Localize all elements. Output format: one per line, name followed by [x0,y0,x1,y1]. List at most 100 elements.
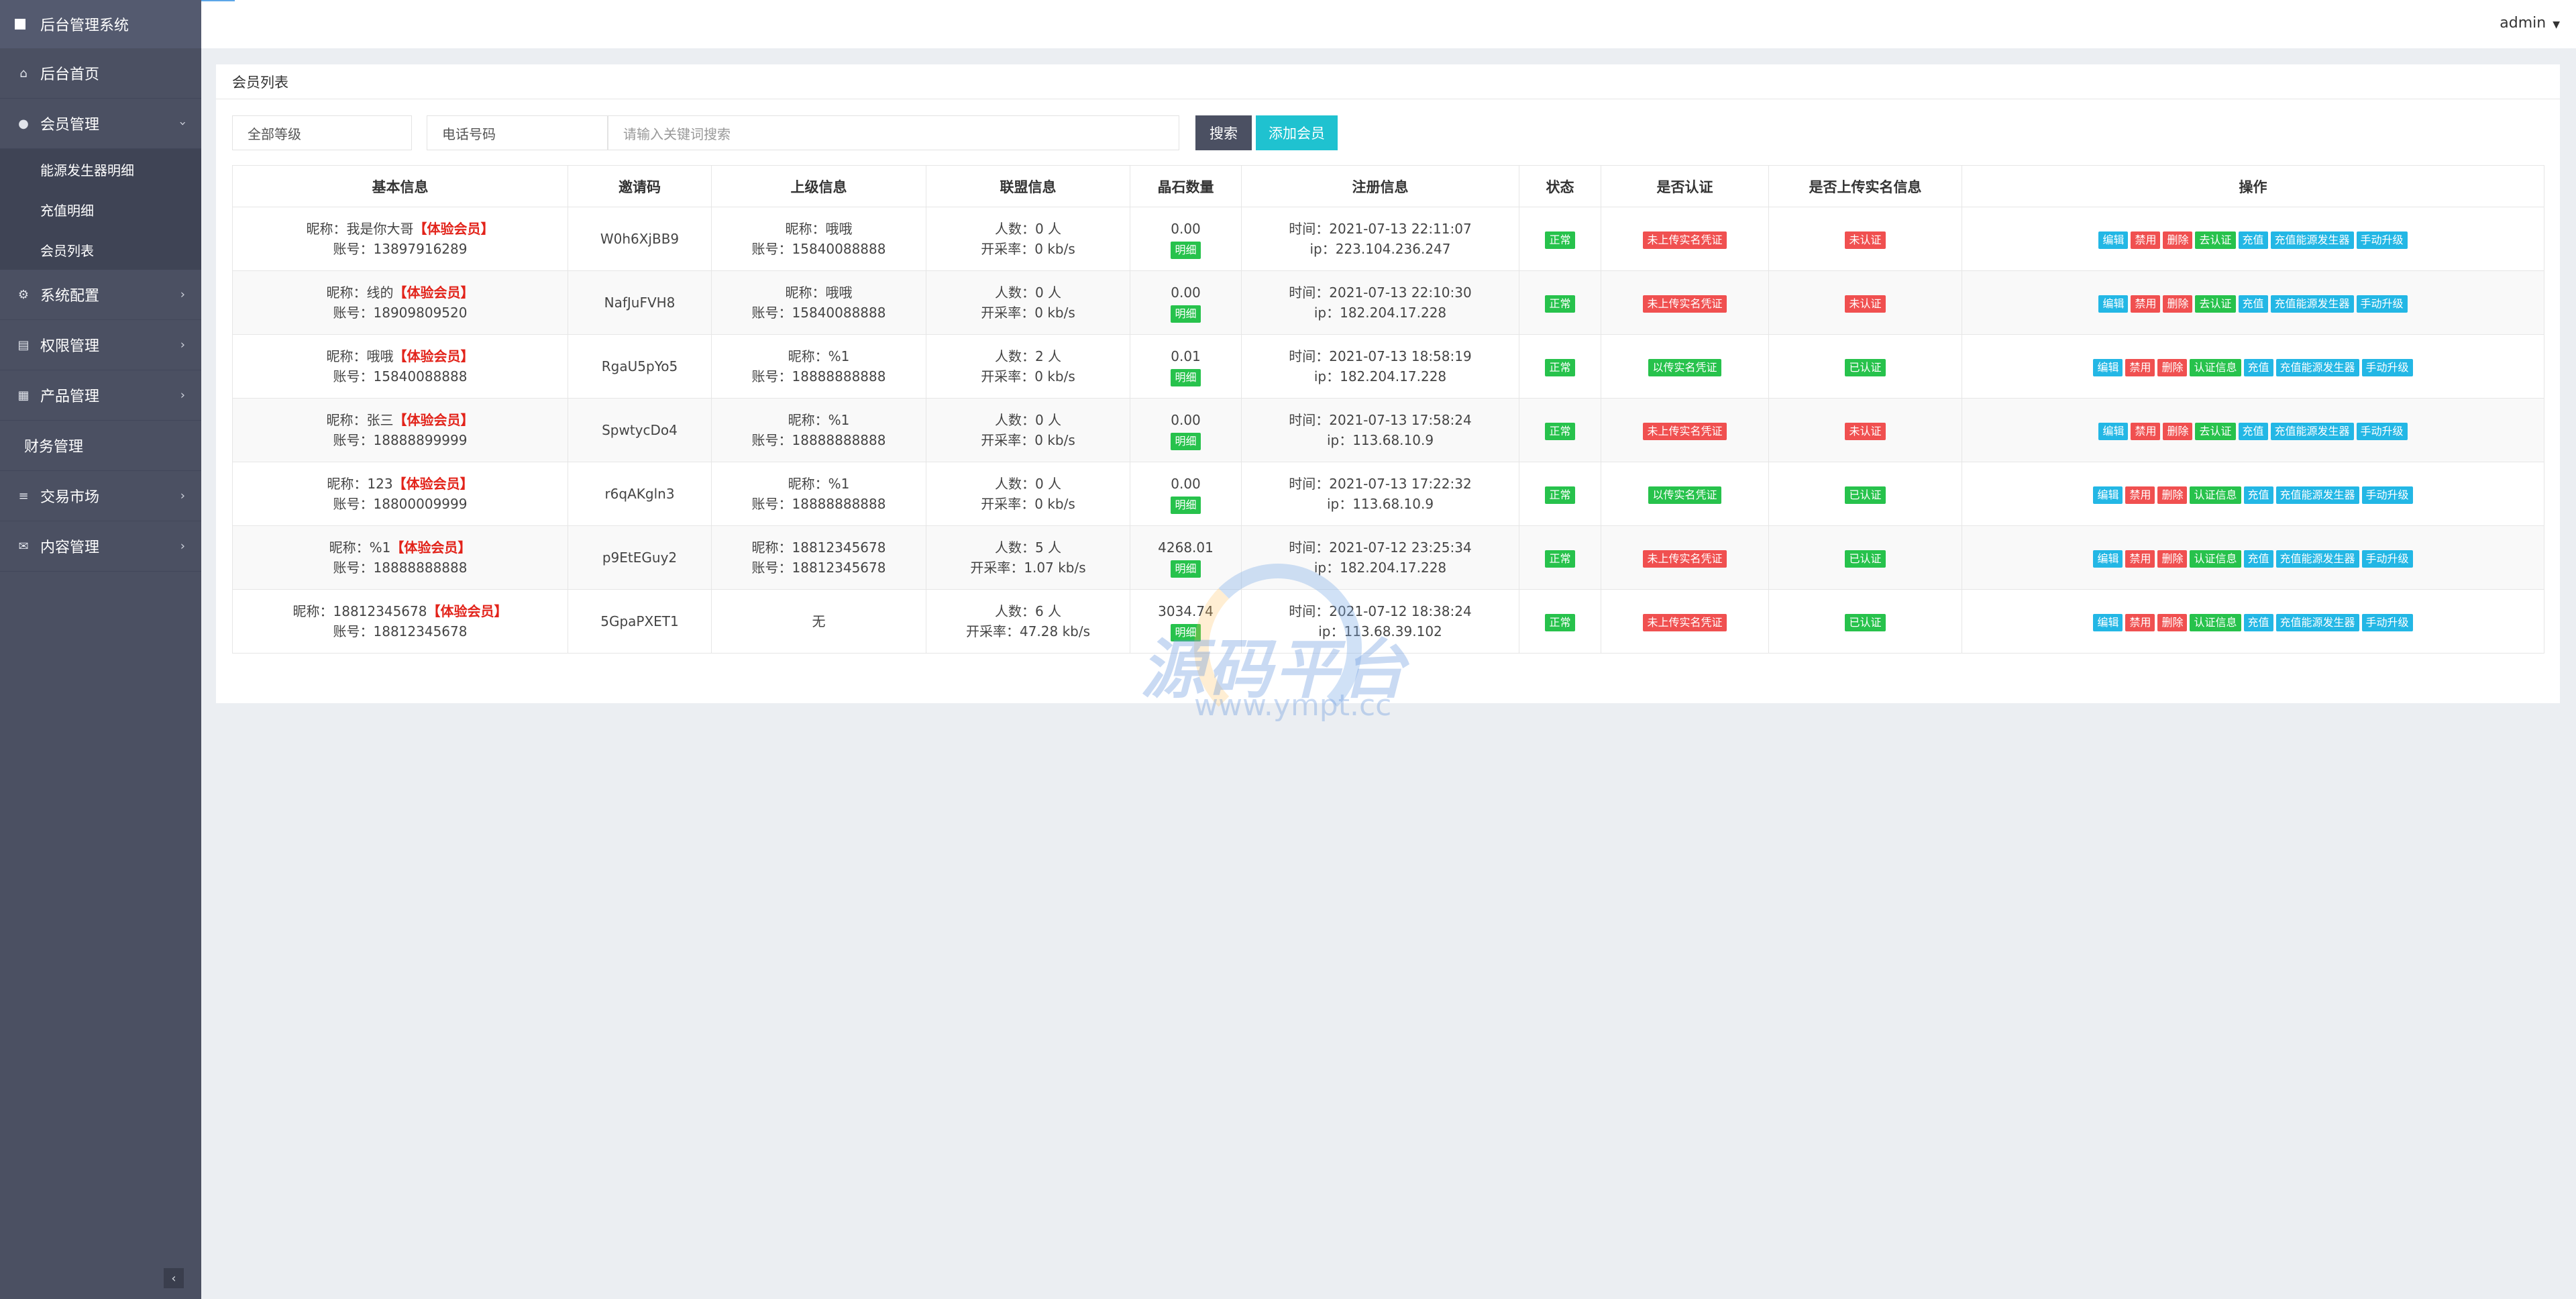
action-button[interactable]: 手动升级 [2356,423,2408,440]
sidebar-item[interactable]: ≡ 交易市场 › [0,471,201,521]
register-ip: ip：182.204.17.228 [1313,560,1447,576]
sidebar-item[interactable]: ▦ 产品管理 › [0,370,201,421]
mining-rate: 开采率：0 kb/s [981,368,1075,384]
action-button[interactable]: 禁用 [2125,359,2155,376]
crystal-detail-button[interactable]: 明细 [1171,624,1201,641]
action-button[interactable]: 删除 [2157,550,2188,568]
sidebar-subitem[interactable]: 能源发生器明细 [0,149,201,189]
action-button[interactable]: 删除 [2157,614,2188,631]
action-button[interactable]: 充值 [2238,231,2268,249]
action-button[interactable]: 编辑 [2098,423,2129,440]
level-select[interactable]: 全部等级 [232,115,412,150]
action-button[interactable]: 去认证 [2195,295,2236,313]
upload-status-badge: 已认证 [1845,359,1886,376]
action-button[interactable]: 认证信息 [2190,486,2241,504]
column-header: 上级信息 [711,165,926,207]
parent-account: 账号：15840088888 [751,305,886,321]
sidebar-item[interactable]: ⌂ 后台首页 [0,48,201,99]
crystal-detail-button[interactable]: 明细 [1171,305,1201,323]
action-button[interactable]: 充值 [2238,423,2268,440]
sidebar-item[interactable]: ✉ 内容管理 › [0,521,201,572]
crystal-detail-button[interactable]: 明细 [1171,497,1201,514]
member-level-badge: 【体验会员】 [390,539,472,556]
action-button[interactable]: 充值 [2243,486,2273,504]
sidebar-subitem[interactable]: 会员列表 [0,229,201,270]
crystal-detail-button[interactable]: 明细 [1171,242,1201,259]
action-button[interactable]: 删除 [2163,423,2193,440]
status-cell: 正常 [1519,589,1601,654]
action-button[interactable]: 禁用 [2131,231,2161,249]
status-badge: 正常 [1545,550,1575,568]
sidebar-item[interactable]: ● 会员管理 › [0,99,201,149]
action-button[interactable]: 充值 [2243,550,2273,568]
action-button[interactable]: 去认证 [2195,231,2236,249]
user-menu[interactable]: admin ▼ [2500,15,2560,32]
action-button[interactable]: 删除 [2163,231,2193,249]
chevron-right-icon: › [180,388,185,403]
sidebar-item[interactable]: ▤ 权限管理 › [0,320,201,370]
member-list-panel: 会员列表 全部等级 电话号码 请输入关键词搜索 搜索 添加会员 基本信息 邀请码上… [216,64,2560,703]
action-button[interactable]: 删除 [2163,295,2193,313]
action-button[interactable]: 充值 [2243,614,2273,631]
action-button[interactable]: 认证信息 [2190,550,2241,568]
sidebar-item[interactable]: ⚙ 系统配置 › [0,270,201,320]
topbar-accent [201,0,235,1]
action-button[interactable]: 手动升级 [2356,231,2408,249]
crystal-detail-button[interactable]: 明细 [1171,433,1201,450]
action-button[interactable]: 充值 [2243,359,2273,376]
action-button[interactable]: 充值能源发生器 [2270,423,2354,440]
search-field-select[interactable]: 电话号码 [427,115,608,150]
action-button[interactable]: 手动升级 [2356,295,2408,313]
action-button[interactable]: 删除 [2157,486,2188,504]
add-member-button[interactable]: 添加会员 [1256,115,1338,150]
action-button[interactable]: 编辑 [2093,359,2123,376]
action-button[interactable]: 手动升级 [2361,550,2413,568]
action-button[interactable]: 禁用 [2125,550,2155,568]
action-button[interactable]: 充值能源发生器 [2270,295,2354,313]
sidebar-item-label: 权限管理 [40,338,100,355]
action-button[interactable]: 充值能源发生器 [2270,231,2354,249]
status-badge: 正常 [1545,295,1575,313]
action-button[interactable]: 充值能源发生器 [2275,486,2359,504]
action-button[interactable]: 充值能源发生器 [2275,550,2359,568]
sidebar-item-label: 会员管理 [40,117,100,134]
sidebar-submenu: 能源发生器明细 充值明细 会员列表 [0,149,201,270]
table-row: 昵称：我是你大哥【体验会员】 账号：13897916289 W0h6XjBB9 昵称：… [232,207,2544,271]
parent-info-cell: 昵称：%1 账号：18888888888 [711,334,926,399]
search-button[interactable]: 搜索 [1195,115,1252,150]
sidebar-item[interactable]: 财务管理 [0,421,201,471]
action-button[interactable]: 手动升级 [2361,359,2413,376]
action-button[interactable]: 认证信息 [2190,359,2241,376]
app-brand[interactable]: 后台管理系统 [0,0,201,48]
sidebar-subitem[interactable]: 充值明细 [0,189,201,229]
action-button[interactable]: 认证信息 [2190,614,2241,631]
action-button[interactable]: 编辑 [2093,614,2123,631]
action-button[interactable]: 编辑 [2098,295,2129,313]
action-button[interactable]: 手动升级 [2361,614,2413,631]
action-button[interactable]: 删除 [2157,359,2188,376]
action-button[interactable]: 禁用 [2131,295,2161,313]
panel-title: 会员列表 [216,64,2560,99]
action-button[interactable]: 编辑 [2093,486,2123,504]
action-button[interactable]: 手动升级 [2361,486,2413,504]
member-account: 账号：18888899999 [333,432,468,448]
action-button[interactable]: 充值能源发生器 [2275,614,2359,631]
collapse-sidebar-icon[interactable]: ‹ [164,1268,184,1288]
basic-info-cell: 昵称：哦哦【体验会员】 账号：15840088888 [232,334,568,399]
certification-badge: 未上传实名凭证 [1643,614,1727,631]
action-button[interactable]: 禁用 [2125,614,2155,631]
certification-badge: 以传实名凭证 [1648,359,1721,376]
action-button[interactable]: 禁用 [2131,423,2161,440]
table-row: 昵称：%1【体验会员】 账号：18888888888 p9EtEGuy2 昵称：188… [232,525,2544,590]
grid-icon: ▦ [17,388,30,403]
register-ip: ip：113.68.10.9 [1326,496,1434,512]
action-button[interactable]: 去认证 [2195,423,2236,440]
action-button[interactable]: 编辑 [2093,550,2123,568]
crystal-detail-button[interactable]: 明细 [1171,369,1201,386]
action-button[interactable]: 禁用 [2125,486,2155,504]
keyword-input[interactable]: 请输入关键词搜索 [608,115,1179,150]
action-button[interactable]: 充值能源发生器 [2275,359,2359,376]
crystal-detail-button[interactable]: 明细 [1171,560,1201,578]
action-button[interactable]: 编辑 [2098,231,2129,249]
action-button[interactable]: 充值 [2238,295,2268,313]
